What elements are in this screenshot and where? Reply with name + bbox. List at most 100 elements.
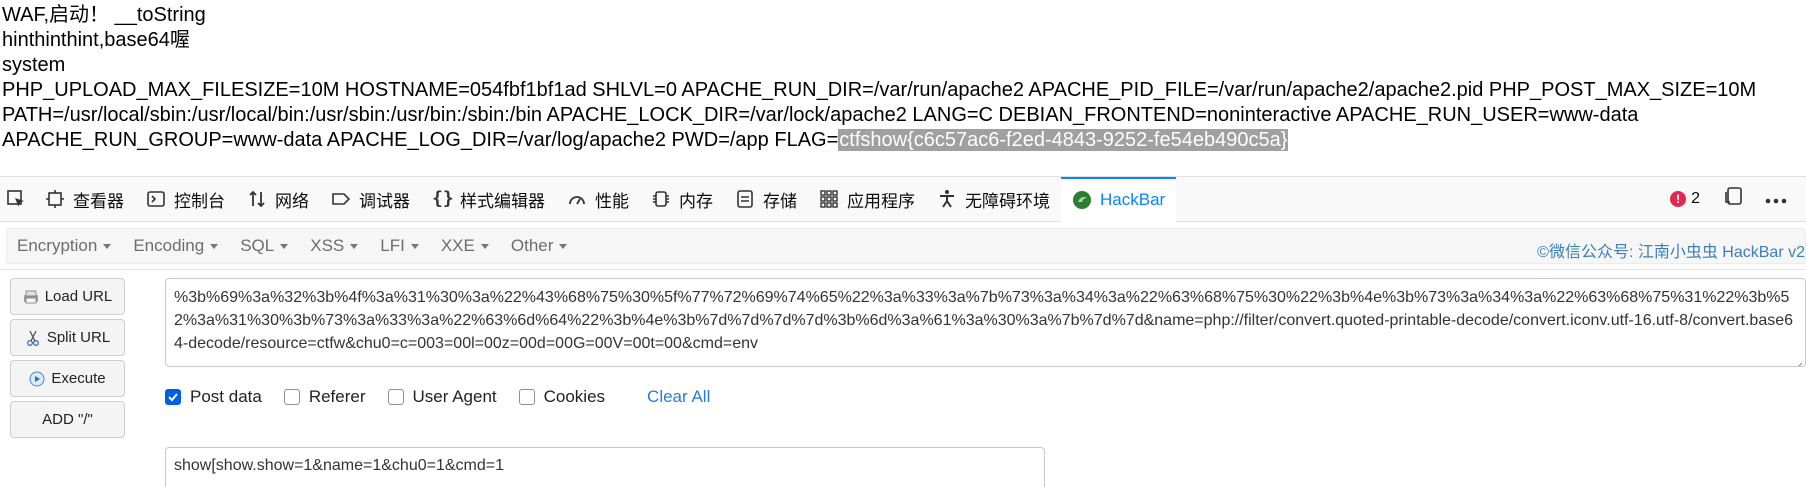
caret-down-icon bbox=[480, 243, 489, 249]
checkbox-checked-icon bbox=[165, 389, 181, 405]
execute-button[interactable]: Execute bbox=[10, 360, 125, 397]
menu-label: XXE bbox=[440, 236, 475, 255]
option-label: Post data bbox=[190, 387, 262, 406]
add-slash-button[interactable]: ADD "/" bbox=[10, 401, 125, 438]
checkbox-icon bbox=[387, 389, 404, 405]
option-label: User Agent bbox=[412, 387, 497, 406]
tab-label: 存储 bbox=[763, 191, 797, 211]
tab-label: 应用程序 bbox=[847, 191, 915, 211]
hackbar-brand: ©微信公众号: 江南小虫虫 HackBar v2 bbox=[1537, 244, 1805, 261]
tab-hackbar[interactable]: HackBar bbox=[1061, 176, 1177, 222]
menu-label: SQL bbox=[240, 236, 275, 255]
hackbar-icon bbox=[1072, 190, 1092, 210]
output-line: hinthinthint,base64喔 bbox=[2, 29, 190, 51]
tab-label: 查看器 bbox=[73, 191, 124, 211]
memory-icon bbox=[651, 189, 671, 209]
hackbar-menu-bar: Encryption Encoding SQL XSS LFI XXE Othe… bbox=[0, 222, 1806, 270]
menu-lfi[interactable]: LFI bbox=[380, 236, 419, 256]
error-count-badge[interactable]: ! 2 bbox=[1670, 190, 1700, 208]
menu-xxe[interactable]: XXE bbox=[441, 236, 489, 256]
more-options-button[interactable] bbox=[1764, 187, 1788, 211]
tab-console[interactable]: 控制台 bbox=[135, 177, 236, 221]
menu-label: LFI bbox=[380, 236, 405, 255]
scissors-icon bbox=[25, 330, 41, 346]
menu-sql[interactable]: SQL bbox=[240, 236, 289, 256]
tab-memory[interactable]: 内存 bbox=[640, 177, 724, 221]
output-line: PATH=/usr/local/sbin:/usr/local/bin:/usr… bbox=[2, 104, 1639, 126]
tab-label: 内存 bbox=[679, 191, 713, 211]
element-picker-button[interactable] bbox=[0, 177, 34, 221]
resize-grip-icon[interactable] bbox=[1793, 354, 1803, 366]
tab-performance[interactable]: 性能 bbox=[556, 177, 640, 221]
post-value: show[show.show=1&name=1&chu0=1&cmd=1 bbox=[174, 457, 504, 474]
accessibility-icon bbox=[937, 189, 957, 209]
caret-down-icon bbox=[410, 243, 419, 249]
checkbox-icon bbox=[518, 389, 535, 405]
caret-down-icon bbox=[350, 243, 359, 249]
debugger-icon bbox=[331, 189, 351, 209]
button-label: Execute bbox=[51, 370, 106, 387]
post-data-textarea[interactable]: show[show.show=1&name=1&chu0=1&cmd=1 bbox=[165, 447, 1045, 487]
toolbar-right: ! 2 bbox=[1670, 177, 1806, 221]
menu-label: XSS bbox=[310, 236, 345, 255]
error-icon: ! bbox=[1670, 191, 1687, 207]
menu-encryption[interactable]: Encryption bbox=[17, 236, 112, 256]
tab-application[interactable]: 应用程序 bbox=[808, 177, 926, 221]
element-picker-icon bbox=[6, 189, 26, 209]
performance-icon bbox=[567, 189, 587, 209]
flag-value-selected[interactable]: ctfshow{c6c57ac6-f2ed-4843-9252-fe54eb49… bbox=[838, 129, 1289, 151]
more-icon bbox=[1765, 188, 1787, 211]
referer-checkbox[interactable]: Referer bbox=[283, 387, 366, 407]
tab-label: 控制台 bbox=[174, 191, 225, 211]
menu-other[interactable]: Other bbox=[511, 236, 568, 256]
tab-storage[interactable]: 存储 bbox=[724, 177, 808, 221]
user-agent-checkbox[interactable]: User Agent bbox=[387, 387, 497, 407]
button-label: ADD "/" bbox=[42, 411, 93, 428]
url-textarea[interactable]: %3b%69%3a%32%3b%4f%3a%31%30%3a%22%43%68%… bbox=[165, 278, 1806, 367]
cookies-checkbox[interactable]: Cookies bbox=[518, 387, 606, 407]
devtools-toolbar: 查看器 控制台 网络 调试器 {} 样式编辑器 性能 内存 存储 应用程序 无障… bbox=[0, 176, 1806, 222]
menu-label: Encoding bbox=[133, 236, 205, 255]
tab-style-editor[interactable]: {} 样式编辑器 bbox=[421, 177, 556, 221]
split-url-button[interactable]: Split URL bbox=[10, 319, 125, 356]
checkbox-icon bbox=[283, 389, 300, 405]
load-url-button[interactable]: Load URL bbox=[10, 278, 125, 315]
console-icon bbox=[146, 189, 166, 209]
dock-icon bbox=[1724, 186, 1744, 212]
menu-label: Encryption bbox=[17, 236, 98, 255]
tab-accessibility[interactable]: 无障碍环境 bbox=[926, 177, 1061, 221]
caret-down-icon bbox=[103, 243, 112, 249]
tab-label: 无障碍环境 bbox=[965, 191, 1050, 211]
tab-label: 网络 bbox=[275, 191, 309, 211]
post-data-checkbox[interactable]: Post data bbox=[165, 387, 262, 407]
request-options: Post data Referer User Agent Cookies Cle… bbox=[165, 384, 710, 410]
tab-network[interactable]: 网络 bbox=[236, 177, 320, 221]
caret-down-icon bbox=[210, 243, 219, 249]
tab-inspector[interactable]: 查看器 bbox=[34, 177, 135, 221]
clear-all-link[interactable]: Clear All bbox=[647, 387, 710, 407]
tab-label: 样式编辑器 bbox=[460, 191, 545, 211]
output-line: PHP_UPLOAD_MAX_FILESIZE=10M HOSTNAME=054… bbox=[2, 79, 1757, 101]
network-icon bbox=[247, 189, 267, 209]
storage-icon bbox=[735, 189, 755, 209]
caret-down-icon bbox=[280, 243, 289, 249]
application-icon bbox=[819, 189, 839, 209]
dock-toggle-button[interactable] bbox=[1722, 187, 1746, 211]
button-label: Load URL bbox=[44, 288, 113, 305]
output-text: APACHE_RUN_GROUP=www-data APACHE_LOG_DIR… bbox=[2, 129, 839, 151]
output-line: APACHE_RUN_GROUP=www-data APACHE_LOG_DIR… bbox=[2, 128, 1806, 153]
url-value: %3b%69%3a%32%3b%4f%3a%31%30%3a%22%43%68%… bbox=[174, 289, 1794, 352]
menu-encoding[interactable]: Encoding bbox=[133, 236, 219, 256]
play-icon bbox=[29, 371, 45, 387]
option-label: Cookies bbox=[543, 387, 606, 406]
page-output: WAF,启动！ __toString hinthinthint,base64喔 … bbox=[0, 0, 1806, 176]
load-url-icon bbox=[23, 289, 39, 305]
style-editor-icon: {} bbox=[432, 188, 454, 209]
hackbar-body: Load URL Split URL Execute ADD "/" %3b%6… bbox=[0, 270, 1806, 487]
tab-label: 性能 bbox=[595, 191, 629, 211]
inspector-icon bbox=[45, 189, 65, 209]
menu-xss[interactable]: XSS bbox=[310, 236, 359, 256]
tab-label: HackBar bbox=[1100, 190, 1166, 209]
tab-debugger[interactable]: 调试器 bbox=[320, 177, 421, 221]
output-line: WAF,启动！ __toString bbox=[2, 4, 206, 26]
